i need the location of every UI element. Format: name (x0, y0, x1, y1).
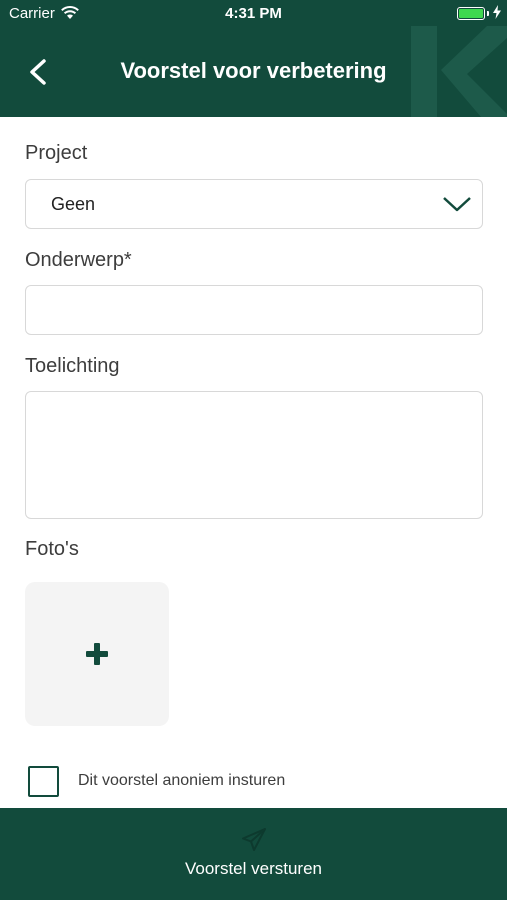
anonymous-checkbox[interactable] (28, 766, 59, 797)
add-photo-button[interactable] (25, 582, 169, 726)
header-bar: Carrier 4:31 PM Voorstel voor verbeterin… (0, 0, 507, 117)
photos-label: Foto's (25, 538, 79, 560)
battery-tip (487, 11, 489, 16)
subject-input[interactable] (25, 285, 483, 335)
submit-button-label: Voorstel versturen (184, 859, 322, 878)
subject-label: Onderwerp* (25, 249, 132, 271)
screen: Carrier 4:31 PM Voorstel voor verbeterin… (0, 0, 507, 900)
chevron-down-icon (442, 194, 472, 214)
explanation-textarea[interactable] (25, 391, 483, 519)
status-time: 4:31 PM (225, 5, 282, 22)
project-label: Project (25, 142, 88, 164)
paper-plane-icon (240, 826, 268, 854)
project-select[interactable]: Geen (25, 179, 483, 229)
anonymous-checkbox-label[interactable]: Dit voorstel anoniem insturen (78, 772, 285, 790)
plus-icon (83, 640, 111, 668)
charging-icon (493, 5, 501, 23)
explanation-label: Toelichting (25, 355, 120, 377)
project-select-value: Geen (51, 194, 96, 214)
page-title: Voorstel voor verbetering (120, 58, 387, 83)
submit-button[interactable]: Voorstel versturen (0, 808, 507, 900)
battery-icon (457, 7, 485, 20)
